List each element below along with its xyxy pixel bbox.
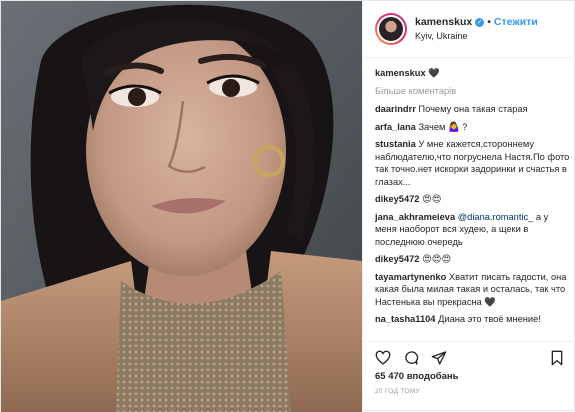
comment-text: 😍😍😍 — [422, 254, 452, 264]
comment-text: Диана это твоё мнение! — [438, 314, 541, 324]
comment-username[interactable]: na_tasha1104 — [375, 314, 435, 324]
heart-icon[interactable] — [375, 350, 391, 366]
comment-item: daarindrr Почему она такая старая — [375, 103, 571, 116]
comment-item: dikey5472 😍😍 — [375, 193, 571, 206]
load-more-comments-button[interactable]: Більше коментарів — [375, 85, 571, 98]
comment-item: tayamartynenko Хватит писать гадости, он… — [375, 271, 571, 309]
caption-username[interactable]: kamenskux — [375, 68, 426, 78]
action-icons — [375, 350, 447, 366]
verified-badge-icon: ✓ — [475, 17, 485, 27]
comment-text: Почему она такая старая — [418, 104, 528, 114]
comment-icon[interactable] — [403, 350, 419, 366]
selfie-image — [1, 1, 362, 412]
comment-text: 😍😍 — [422, 194, 442, 204]
comments-list: kamenskux 🖤 Більше коментарів daarindrr … — [375, 67, 571, 349]
comment-item: arfa_lana Зачем 🤷‍♀️ ? — [375, 121, 571, 134]
comment-username[interactable]: dikey5472 — [375, 194, 419, 204]
comment-username[interactable]: jana_akhrameieva — [375, 212, 455, 222]
likes-count[interactable]: 65 470 вподобань — [375, 371, 459, 382]
comment-username[interactable]: stustania — [375, 139, 416, 149]
caption: kamenskux 🖤 — [375, 67, 571, 80]
comment-text: Зачем 🤷‍♀️ ? — [418, 121, 468, 132]
comment-item: jana_akhrameieva @diana.romantic_ а у ме… — [375, 211, 571, 249]
post-details-panel: kamenskux ✓ • Стежити Kyiv, Ukraine kame… — [362, 1, 575, 412]
post-header: kamenskux ✓ • Стежити Kyiv, Ukraine — [363, 1, 575, 58]
avatar-image — [377, 15, 405, 43]
post-actions: 65 470 вподобань 20 ГОД ТОМУ — [363, 341, 575, 412]
post-photo[interactable] — [1, 1, 362, 412]
user-line: kamenskux ✓ • Стежити — [415, 16, 538, 28]
post-timestamp[interactable]: 20 ГОД ТОМУ — [375, 388, 420, 395]
bookmark-icon[interactable] — [549, 350, 565, 366]
comment-mention-link[interactable]: @diana.romantic_ — [458, 212, 534, 222]
comment-username[interactable]: daarindrr — [375, 104, 416, 114]
comment-username[interactable]: arfa_lana — [375, 122, 416, 132]
username-link[interactable]: kamenskux — [415, 16, 472, 28]
follow-button[interactable]: Стежити — [494, 16, 538, 28]
share-icon[interactable] — [431, 350, 447, 366]
comment-item: stustania У мне кажется,стороннему наблю… — [375, 138, 571, 188]
comment-item: na_tasha1104 Диана это твоё мнение! — [375, 313, 571, 326]
comment-username[interactable]: tayamartynenko — [375, 272, 446, 282]
separator-dot: • — [487, 16, 491, 28]
comment-item: dikey5472 😍😍😍 — [375, 253, 571, 266]
avatar[interactable] — [375, 13, 407, 45]
caption-text: 🖤 — [428, 68, 440, 78]
location-link[interactable]: Kyiv, Ukraine — [415, 31, 467, 41]
post-window: kamenskux ✓ • Стежити Kyiv, Ukraine kame… — [0, 0, 575, 412]
comment-username[interactable]: dikey5472 — [375, 254, 419, 264]
